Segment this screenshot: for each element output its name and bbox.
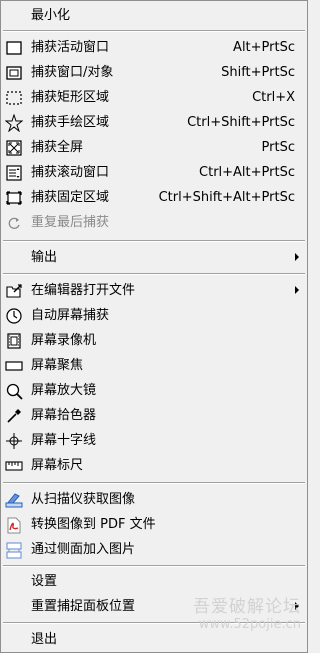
shortcut: Ctrl+X [252, 90, 295, 105]
star-freehand-icon [5, 114, 23, 132]
separator [3, 240, 305, 242]
scroll-window-icon [5, 164, 23, 182]
exit-label: 退出 [31, 632, 58, 647]
label: 通过侧面加入图片 [31, 542, 136, 557]
menu-item-from-scanner[interactable]: 从扫描仪获取图像 [1, 487, 307, 512]
menu-item-capture-freehand[interactable]: 捕获手绘区域 Ctrl+Shift+PrtSc [1, 110, 307, 135]
window-object-icon [5, 64, 23, 82]
shortcut: Ctrl+Alt+PrtSc [199, 165, 295, 180]
shortcut: Alt+PrtSc [233, 40, 295, 55]
repeat-icon [5, 214, 23, 232]
separator [3, 565, 305, 567]
fixed-region-icon [5, 189, 23, 207]
clock-icon [5, 307, 23, 325]
label: 捕获矩形区域 [31, 90, 110, 105]
label: 自动屏幕捕获 [31, 308, 110, 323]
output-label: 输出 [31, 250, 58, 265]
shortcut: Ctrl+Shift+PrtSc [187, 115, 295, 130]
watermark-title: 吾爱破解论坛 [193, 597, 301, 617]
label: 捕获窗口/对象 [31, 65, 114, 80]
menu-item-screen-recorder[interactable]: 屏幕录像机 [1, 328, 307, 353]
separator [3, 482, 305, 484]
label: 重复最后捕获 [31, 215, 110, 230]
menu-item-capture-fixed[interactable]: 捕获固定区域 Ctrl+Shift+Alt+PrtSc [1, 185, 307, 210]
menu-item-screen-focus[interactable]: 屏幕聚焦 [1, 353, 307, 378]
menu-item-auto-capture[interactable]: 自动屏幕捕获 [1, 303, 307, 328]
label: 在编辑器打开文件 [31, 283, 136, 298]
label: 屏幕放大镜 [31, 383, 97, 398]
menu-item-open-in-editor[interactable]: 在编辑器打开文件 [1, 278, 307, 303]
menu-item-ruler[interactable]: 屏幕标尺 [1, 453, 307, 478]
watermark-url: www.52pojie.cn [198, 617, 301, 632]
menu-item-capture-scrolling[interactable]: 捕获滚动窗口 Ctrl+Alt+PrtSc [1, 160, 307, 185]
menu-item-output[interactable]: 输出 [1, 245, 307, 270]
menu-item-join-images[interactable]: 通过侧面加入图片 [1, 537, 307, 562]
label: 从扫描仪获取图像 [31, 492, 136, 507]
separator [3, 30, 305, 32]
menu-item-capture-window-object[interactable]: 捕获窗口/对象 Shift+PrtSc [1, 60, 307, 85]
menu-item-capture-active-window[interactable]: 捕获活动窗口 Alt+PrtSc [1, 35, 307, 60]
settings-label: 设置 [31, 574, 58, 589]
pdf-icon [5, 516, 23, 534]
label: 屏幕标尺 [31, 458, 84, 473]
shortcut: Shift+PrtSc [221, 65, 295, 80]
menu-item-screen-magnifier[interactable]: 屏幕放大镜 [1, 378, 307, 403]
magnifier-icon [5, 382, 23, 400]
label: 屏幕拾色器 [31, 408, 97, 423]
window-icon [5, 39, 23, 57]
label: 捕获全屏 [31, 140, 84, 155]
submenu-arrow-icon [295, 286, 299, 294]
capture-context-menu: 最小化 捕获活动窗口 Alt+PrtSc 捕获窗口/对象 Shift+PrtSc… [0, 0, 308, 653]
label: 屏幕聚焦 [31, 358, 84, 373]
shortcut: PrtSc [261, 140, 295, 155]
label: 捕获手绘区域 [31, 115, 110, 130]
label: 转换图像到 PDF 文件 [31, 517, 156, 532]
menu-item-minimize[interactable]: 最小化 [1, 3, 307, 28]
menu-item-capture-rectangle[interactable]: 捕获矩形区域 Ctrl+X [1, 85, 307, 110]
fullscreen-icon [5, 139, 23, 157]
join-images-icon [5, 541, 23, 559]
label: 屏幕十字线 [31, 433, 97, 448]
dashed-rect-icon [5, 89, 23, 107]
film-icon [5, 332, 23, 350]
reset-panel-label: 重置捕捉面板位置 [31, 599, 136, 614]
minimize-label: 最小化 [31, 8, 71, 23]
crosshair-icon [5, 432, 23, 450]
open-editor-icon [5, 282, 23, 300]
label: 捕获滚动窗口 [31, 165, 110, 180]
label: 捕获活动窗口 [31, 40, 110, 55]
shortcut: Ctrl+Shift+Alt+PrtSc [158, 190, 295, 205]
menu-item-color-picker[interactable]: 屏幕拾色器 [1, 403, 307, 428]
scanner-icon [5, 491, 23, 509]
menu-item-repeat-last: 重复最后捕获 [1, 210, 307, 235]
menu-item-capture-fullscreen[interactable]: 捕获全屏 PrtSc [1, 135, 307, 160]
menu-item-to-pdf[interactable]: 转换图像到 PDF 文件 [1, 512, 307, 537]
ruler-icon [5, 457, 23, 475]
menu-item-crosshair[interactable]: 屏幕十字线 [1, 428, 307, 453]
eyedropper-icon [5, 407, 23, 425]
separator [3, 273, 305, 275]
menu-item-settings[interactable]: 设置 [1, 569, 307, 594]
focus-icon [5, 357, 23, 375]
submenu-arrow-icon [295, 253, 299, 261]
label: 屏幕录像机 [31, 333, 97, 348]
watermark: 吾爱破解论坛 www.52pojie.cn [193, 598, 301, 634]
label: 捕获固定区域 [31, 190, 110, 205]
